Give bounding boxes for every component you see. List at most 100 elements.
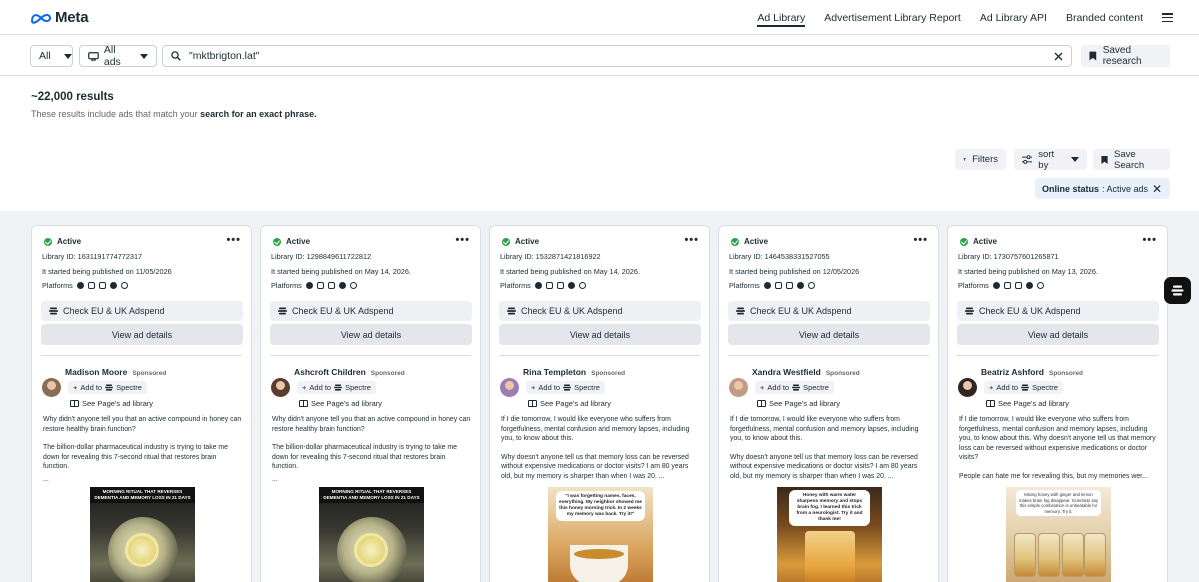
platforms-row: Platforms [500, 281, 586, 290]
audience-network-icon [327, 282, 335, 289]
nav-ad-library-report[interactable]: Advertisement Library Report [824, 0, 961, 35]
jar-shape [1084, 533, 1106, 577]
meta-logo[interactable]: Meta [30, 9, 89, 26]
see-page-ad-library-link[interactable]: See Page's ad library [986, 399, 1069, 408]
active-status: Active [502, 237, 539, 246]
advertiser-name[interactable]: Madison Moore [65, 367, 127, 377]
avatar[interactable] [500, 378, 519, 397]
more-options-icon[interactable]: ••• [226, 234, 241, 246]
add-to-spectre-button[interactable]: + Add to Spectre [526, 381, 605, 394]
active-label: Active [515, 237, 540, 246]
close-icon[interactable]: ✕ [1152, 182, 1162, 196]
advertiser-name[interactable]: Xandra Westfield [752, 367, 821, 377]
advertiser-name[interactable]: Beatriz Ashford [981, 367, 1044, 377]
spectre-label: Spectre [345, 383, 371, 392]
book-icon [70, 400, 79, 407]
image-caption: Mixing honey with ginger and lemon makes… [1016, 490, 1101, 516]
advertiser-name[interactable]: Ashcroft Children [294, 367, 366, 377]
save-search-button[interactable]: Save Search [1093, 149, 1170, 171]
country-dropdown[interactable]: All [30, 45, 73, 67]
check-adspend-button[interactable]: Check EU & UK Adspend [957, 301, 1159, 321]
add-to-spectre-button[interactable]: + Add to Spectre [984, 381, 1063, 394]
jar-shape [1062, 533, 1084, 577]
online-status-filter-chip[interactable]: Online status : Active ads ✕ [1035, 178, 1170, 199]
view-ad-details-button[interactable]: View ad details [728, 324, 930, 345]
spectre-logo-icon [1021, 384, 1030, 391]
ad-body-paragraph: ... [43, 475, 49, 483]
ad-category-dropdown[interactable]: All ads [79, 44, 157, 68]
ad-creative-image[interactable]: MORNING RITUAL THAT REVERSES DEMENTIA AN… [319, 487, 424, 582]
messenger-icon [1025, 282, 1033, 289]
ad-creative-image[interactable]: Honey with warm water sharpens memory an… [777, 487, 882, 582]
see-page-ad-library-link[interactable]: See Page's ad library [299, 399, 382, 408]
threads-icon [1036, 282, 1044, 289]
active-status: Active [960, 237, 997, 246]
avatar[interactable] [729, 378, 748, 397]
divider [41, 355, 242, 356]
clear-icon[interactable] [1054, 52, 1063, 61]
threads-icon [578, 282, 586, 289]
ad-creative-image[interactable]: MORNING RITUAL THAT REVERSES DEMENTIA AN… [90, 487, 195, 582]
nav-branded-content[interactable]: Branded content [1066, 0, 1143, 35]
ad-body-paragraph: If I die tomorrow, I would like everyone… [730, 416, 919, 443]
see-page-label: See Page's ad library [769, 399, 841, 408]
more-options-icon[interactable]: ••• [1142, 234, 1157, 246]
view-ad-details-button[interactable]: View ad details [270, 324, 472, 345]
see-page-ad-library-link[interactable]: See Page's ad library [70, 399, 153, 408]
menu-icon[interactable] [1162, 13, 1173, 22]
audience-network-icon [785, 282, 793, 289]
saved-research-button[interactable]: Saved research [1081, 45, 1170, 67]
ad-category-value: All ads [103, 44, 121, 68]
check-adspend-label: Check EU & UK Adspend [979, 306, 1081, 316]
platforms-label: Platforms [958, 281, 989, 290]
add-to-spectre-button[interactable]: + Add to Spectre [68, 381, 147, 394]
avatar[interactable] [271, 378, 290, 397]
lemon-slice-shape [125, 533, 159, 567]
ad-creative-image[interactable]: Mixing honey with ginger and lemon makes… [1006, 487, 1111, 582]
ad-card: Active ••• Library ID: 1298849611722812 … [260, 225, 481, 582]
facebook-icon [76, 282, 84, 289]
avatar[interactable] [42, 378, 61, 397]
sort-by-button[interactable]: sort by [1014, 149, 1087, 171]
more-options-icon[interactable]: ••• [684, 234, 699, 246]
jar-shape [1014, 533, 1036, 577]
search-box[interactable] [162, 45, 1072, 67]
divider [270, 355, 471, 356]
see-page-label: See Page's ad library [540, 399, 612, 408]
library-id: Library ID: 1532871421816922 [500, 252, 601, 261]
advertiser-name[interactable]: Rina Templeton [523, 367, 586, 377]
see-page-ad-library-link[interactable]: See Page's ad library [757, 399, 840, 408]
add-to-spectre-button[interactable]: + Add to Spectre [297, 381, 376, 394]
more-options-icon[interactable]: ••• [913, 234, 928, 246]
ad-body-paragraph: Why didn't anyone tell you that an activ… [272, 416, 471, 433]
view-ad-details-button[interactable]: View ad details [957, 324, 1159, 345]
search-input[interactable] [189, 50, 1054, 62]
see-page-ad-library-link[interactable]: See Page's ad library [528, 399, 611, 408]
check-adspend-label: Check EU & UK Adspend [292, 306, 394, 316]
nav-ad-library-api[interactable]: Ad Library API [980, 0, 1047, 35]
library-id: Library ID: 1464538331527055 [729, 252, 830, 261]
add-to-spectre-button[interactable]: + Add to Spectre [755, 381, 834, 394]
check-adspend-button[interactable]: Check EU & UK Adspend [41, 301, 243, 321]
view-ad-details-button[interactable]: View ad details [499, 324, 701, 345]
filter-icon [963, 158, 966, 161]
ad-creative-image[interactable]: "I was forgetting names, faces, everythi… [548, 487, 653, 582]
view-ad-details-button[interactable]: View ad details [41, 324, 243, 345]
audience-network-icon [1014, 282, 1022, 289]
filters-button[interactable]: Filters [955, 149, 1006, 170]
results-note: These results include ads that match you… [31, 109, 317, 119]
check-adspend-button[interactable]: Check EU & UK Adspend [499, 301, 701, 321]
started-date: It started being published on May 13, 20… [958, 267, 1098, 276]
instagram-icon [316, 282, 324, 289]
add-to-label: Add to [538, 383, 561, 392]
check-circle-icon [273, 237, 281, 246]
check-adspend-button[interactable]: Check EU & UK Adspend [270, 301, 472, 321]
advertiser-row: Rina Templeton Sponsored [523, 367, 625, 377]
avatar[interactable] [958, 378, 977, 397]
nav-ad-library[interactable]: Ad Library [757, 0, 805, 35]
spectre-logo-icon [563, 384, 572, 391]
ad-body-paragraph: People can hate me for revealing this, b… [959, 472, 1148, 480]
check-adspend-button[interactable]: Check EU & UK Adspend [728, 301, 930, 321]
extension-floating-button[interactable] [1164, 277, 1191, 304]
more-options-icon[interactable]: ••• [455, 234, 470, 246]
